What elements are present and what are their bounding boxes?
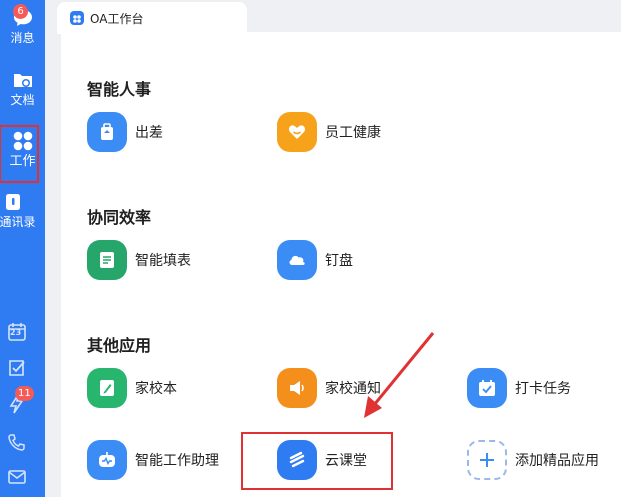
todo-check-icon: [9, 360, 25, 376]
tab-title: OA工作台: [90, 12, 144, 26]
app-business-trip[interactable]: 出差: [87, 108, 267, 156]
app-check-in-task[interactable]: 打卡任务: [467, 364, 621, 412]
app-add-premium[interactable]: 添加精品应用: [467, 436, 621, 484]
app-smart-assistant[interactable]: 智能工作助理: [87, 436, 267, 484]
todo-tool[interactable]: [7, 358, 29, 380]
sidebar-item-docs[interactable]: 文档: [0, 70, 45, 128]
work-highlight-frame: [0, 125, 39, 183]
section-title-collab: 协同效率: [87, 208, 152, 227]
app-label: 出差: [135, 125, 163, 141]
app-label: 家校通知: [325, 381, 381, 397]
mail-tool[interactable]: [7, 467, 29, 489]
app-label: 钉盘: [325, 253, 353, 269]
app-label: 智能工作助理: [135, 453, 219, 469]
app-label: 打卡任务: [515, 381, 571, 397]
calendar-tool[interactable]: 23: [7, 322, 29, 344]
app-employee-health[interactable]: 员工健康: [277, 108, 457, 156]
workbench-tab-icon: [70, 11, 84, 25]
app-label: 添加精品应用: [515, 453, 599, 469]
workbench-panel: 智能人事 出差 员工健康 协同效率 智能填表 钉盘 其他应用 家校本 家校通知 …: [61, 32, 621, 497]
left-sidebar: 消息 6 文档 工作 通讯录 23 11: [0, 0, 45, 497]
phone-tool[interactable]: [7, 432, 29, 454]
section-title-other: 其他应用: [87, 336, 152, 355]
sidebar-contacts-label: 通讯录: [0, 215, 36, 229]
heart-icon: [277, 112, 317, 152]
app-label: 家校本: [135, 381, 177, 397]
notebook-pen-icon: [87, 368, 127, 408]
cloud-classroom-highlight-frame: [241, 432, 393, 490]
robot-icon: [87, 440, 127, 480]
folder-cloud-icon: [13, 74, 32, 87]
calendar-check-icon: [467, 368, 507, 408]
section-title-hr: 智能人事: [87, 80, 152, 99]
phone-icon: [8, 434, 25, 451]
ding-badge: 11: [15, 386, 34, 401]
calendar-date-text: 23: [10, 328, 22, 337]
app-home-school-notice[interactable]: 家校通知: [277, 364, 457, 412]
app-label: 员工健康: [325, 125, 381, 141]
tab-bar: OA工作台: [45, 0, 621, 34]
contacts-book-icon: [6, 194, 20, 210]
app-label: 智能填表: [135, 253, 191, 269]
mail-icon: [8, 470, 26, 484]
tab-oa-workbench[interactable]: OA工作台: [57, 2, 247, 34]
unread-badge: 6: [13, 4, 28, 19]
app-ding-disk[interactable]: 钉盘: [277, 236, 457, 284]
megaphone-icon: [277, 368, 317, 408]
ding-tool[interactable]: 11: [7, 386, 34, 416]
app-home-school-book[interactable]: 家校本: [87, 364, 267, 412]
sidebar-docs-label: 文档: [10, 93, 35, 107]
app-smart-form[interactable]: 智能填表: [87, 236, 267, 284]
plus-icon: [467, 440, 507, 480]
cloud-icon: [277, 240, 317, 280]
dingtalk-window: 消息 6 文档 工作 通讯录 23 11 OA工作台 智能人事 出差 员工健康 …: [0, 0, 621, 497]
sidebar-messages-label: 消息: [10, 31, 35, 45]
suitcase-icon: [87, 112, 127, 152]
sidebar-item-contacts[interactable]: 通讯录: [0, 192, 45, 250]
sidebar-item-messages[interactable]: 消息 6: [0, 4, 45, 66]
form-icon: [87, 240, 127, 280]
